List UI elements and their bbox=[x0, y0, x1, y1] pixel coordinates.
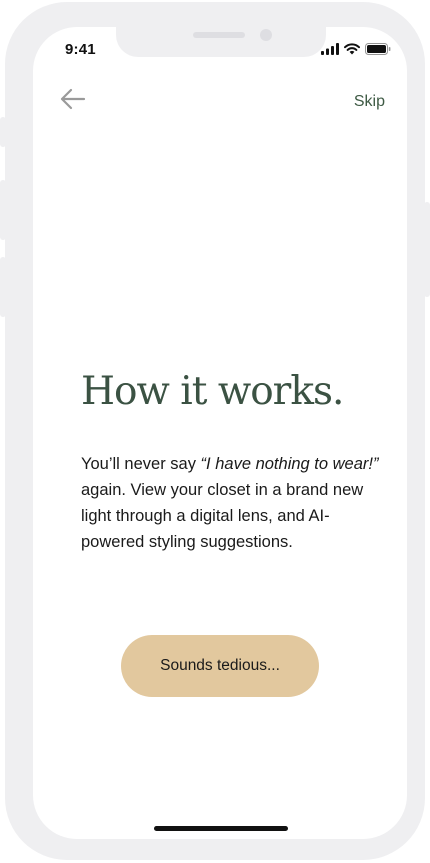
speaker-grille bbox=[193, 32, 245, 38]
back-button[interactable] bbox=[59, 87, 87, 111]
phone-frame: 9:41 Skip How it works. You’ll never say… bbox=[0, 2, 430, 860]
description-intro: You’ll never say bbox=[81, 455, 201, 473]
front-camera bbox=[260, 29, 272, 41]
description-text: You’ll never say “I have nothing to wear… bbox=[81, 451, 381, 555]
status-icons bbox=[321, 43, 391, 55]
page-title: How it works. bbox=[81, 369, 344, 414]
phone-screen: 9:41 Skip How it works. You’ll never say… bbox=[33, 27, 407, 839]
skip-button[interactable]: Skip bbox=[354, 93, 385, 111]
description-rest: again. View your closet in a brand new l… bbox=[81, 481, 364, 551]
sounds-tedious-button[interactable]: Sounds tedious... bbox=[121, 635, 319, 697]
side-button-volume-down bbox=[0, 257, 6, 317]
signal-icon bbox=[321, 43, 339, 55]
battery-icon bbox=[365, 43, 391, 55]
status-time: 9:41 bbox=[65, 41, 96, 58]
side-button-power bbox=[424, 202, 430, 297]
side-button-mute bbox=[0, 117, 6, 147]
arrow-left-icon bbox=[60, 88, 86, 110]
home-indicator bbox=[154, 826, 288, 831]
description-quote: “I have nothing to wear!” bbox=[200, 455, 379, 473]
side-button-volume-up bbox=[0, 180, 6, 240]
wifi-icon bbox=[344, 43, 360, 55]
notch bbox=[116, 27, 326, 57]
